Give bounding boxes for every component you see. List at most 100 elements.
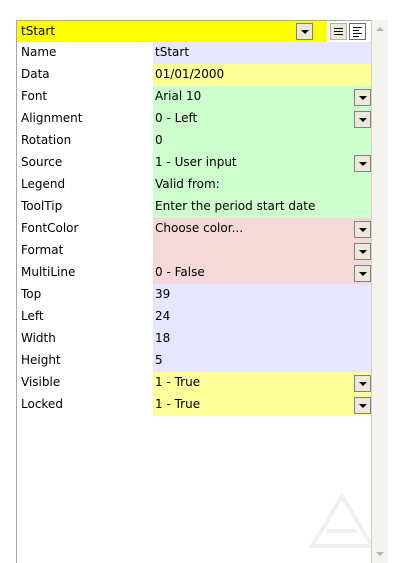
property-value-field[interactable]: Arial 10 [153, 86, 372, 108]
property-value-field[interactable]: 0 - False [153, 262, 372, 284]
property-value-field[interactable]: 5 [153, 350, 372, 372]
property-label: MultiLine [21, 265, 76, 279]
list-view-button[interactable] [330, 23, 347, 40]
property-row-source: Source 1 - User input [17, 152, 372, 174]
property-dropdown-button[interactable] [354, 243, 371, 260]
chevron-down-icon [358, 117, 367, 122]
property-label: Alignment [21, 111, 83, 125]
property-dropdown-button[interactable] [354, 89, 371, 106]
scroll-up-button[interactable] [372, 21, 388, 37]
property-dropdown-button[interactable] [354, 155, 371, 172]
property-value-field[interactable] [153, 240, 372, 262]
property-dropdown-button[interactable] [354, 265, 371, 282]
property-value-field[interactable]: 1 - User input [153, 152, 372, 174]
property-row-rotation: Rotation 0 [17, 130, 372, 152]
property-row-top: Top 39 [17, 284, 372, 306]
property-label: ToolTip [21, 199, 63, 213]
property-label: FontColor [21, 221, 79, 235]
list-view-icon [334, 28, 343, 35]
property-row-data: Data 01/01/2000 [17, 64, 372, 86]
property-label: Visible [21, 375, 61, 389]
property-value-field[interactable]: tStart [153, 42, 372, 64]
property-value-field[interactable]: Valid from: [153, 174, 372, 196]
property-label: Rotation [21, 133, 72, 147]
vertical-scrollbar[interactable] [371, 20, 388, 563]
property-value-text: Choose color... [155, 221, 244, 235]
chevron-down-icon [300, 29, 309, 34]
chevron-down-icon [358, 381, 367, 386]
property-value-text: Enter the period start date [155, 199, 316, 213]
detail-view-button[interactable] [349, 23, 366, 40]
property-value-text: Valid from: [155, 177, 220, 191]
chevron-down-icon [358, 403, 367, 408]
property-value-text: tStart [155, 45, 190, 59]
property-value-field[interactable]: 39 [153, 284, 372, 306]
property-grid: tStart Name tStart Data 01/01/2000 Font Arial… [16, 20, 376, 563]
property-row-left: Left 24 [17, 306, 372, 328]
property-row-fontcolor: FontColor Choose color... [17, 218, 372, 240]
control-selector-dropdown-button[interactable] [296, 23, 313, 40]
property-row-alignment: Alignment 0 - Left [17, 108, 372, 130]
property-value-field[interactable]: Choose color... [153, 218, 372, 240]
arrow-down-icon [376, 552, 384, 556]
property-value-field[interactable]: 18 [153, 328, 372, 350]
property-value-text: 5 [155, 353, 163, 367]
chevron-down-icon [358, 227, 367, 232]
property-label: Height [21, 353, 61, 367]
property-value-text: 0 - Left [155, 111, 198, 125]
property-label: Source [21, 155, 63, 169]
property-dropdown-button[interactable] [354, 397, 371, 414]
property-row-visible: Visible 1 - True [17, 372, 372, 394]
property-value-text: 1 - True [155, 397, 201, 411]
scroll-down-button[interactable] [372, 546, 388, 562]
property-dropdown-button[interactable] [354, 375, 371, 392]
property-value-text: 18 [155, 331, 171, 345]
control-selector[interactable]: tStart [17, 21, 327, 42]
property-label: Format [21, 243, 64, 257]
property-label: Font [21, 89, 48, 103]
detail-view-icon [353, 26, 362, 37]
property-value-text: 1 - User input [155, 155, 237, 169]
property-row-width: Width 18 [17, 328, 372, 350]
property-value-text: 1 - True [155, 375, 201, 389]
property-value-field[interactable]: 1 - True [153, 394, 372, 416]
property-label: Locked [21, 397, 63, 411]
property-row-height: Height 5 [17, 350, 372, 372]
property-grid-panel: tStart Name tStart Data 01/01/2000 Font Arial… [0, 0, 398, 563]
chevron-down-icon [358, 161, 367, 166]
watermark-logo-icon [308, 492, 376, 548]
property-row-legend: Legend Valid from: [17, 174, 372, 196]
property-value-field[interactable]: 1 - True [153, 372, 372, 394]
property-label: Legend [21, 177, 66, 191]
property-row-tooltip: ToolTip Enter the period start date [17, 196, 372, 218]
property-label: Left [21, 309, 44, 323]
property-value-text: 0 - False [155, 265, 205, 279]
property-row-multiline: MultiLine 0 - False [17, 262, 372, 284]
property-value-field[interactable]: 0 - Left [153, 108, 372, 130]
property-value-text: 24 [155, 309, 171, 323]
property-row-font: Font Arial 10 [17, 86, 372, 108]
property-row-name: Name tStart [17, 42, 372, 64]
property-label: Top [21, 287, 42, 301]
chevron-down-icon [358, 249, 367, 254]
arrow-up-icon [376, 27, 384, 31]
property-value-field[interactable]: Enter the period start date [153, 196, 372, 218]
property-value-field[interactable]: 0 [153, 130, 372, 152]
property-label: Data [21, 67, 50, 81]
property-list: Name tStart Data 01/01/2000 Font Arial 10 Alig… [17, 42, 372, 416]
property-value-text: 0 [155, 133, 163, 147]
property-dropdown-button[interactable] [354, 111, 371, 128]
property-row-locked: Locked 1 - True [17, 394, 372, 416]
chevron-down-icon [358, 271, 367, 276]
property-value-text: Arial 10 [155, 89, 202, 103]
property-label: Width [21, 331, 56, 345]
property-value-text: 01/01/2000 [155, 67, 225, 81]
property-label: Name [21, 45, 57, 59]
selected-control-name: tStart [21, 24, 56, 38]
chevron-down-icon [358, 95, 367, 100]
property-value-text: 39 [155, 287, 171, 301]
property-row-format: Format [17, 240, 372, 262]
property-value-field[interactable]: 24 [153, 306, 372, 328]
property-value-field[interactable]: 01/01/2000 [153, 64, 372, 86]
property-dropdown-button[interactable] [354, 221, 371, 238]
